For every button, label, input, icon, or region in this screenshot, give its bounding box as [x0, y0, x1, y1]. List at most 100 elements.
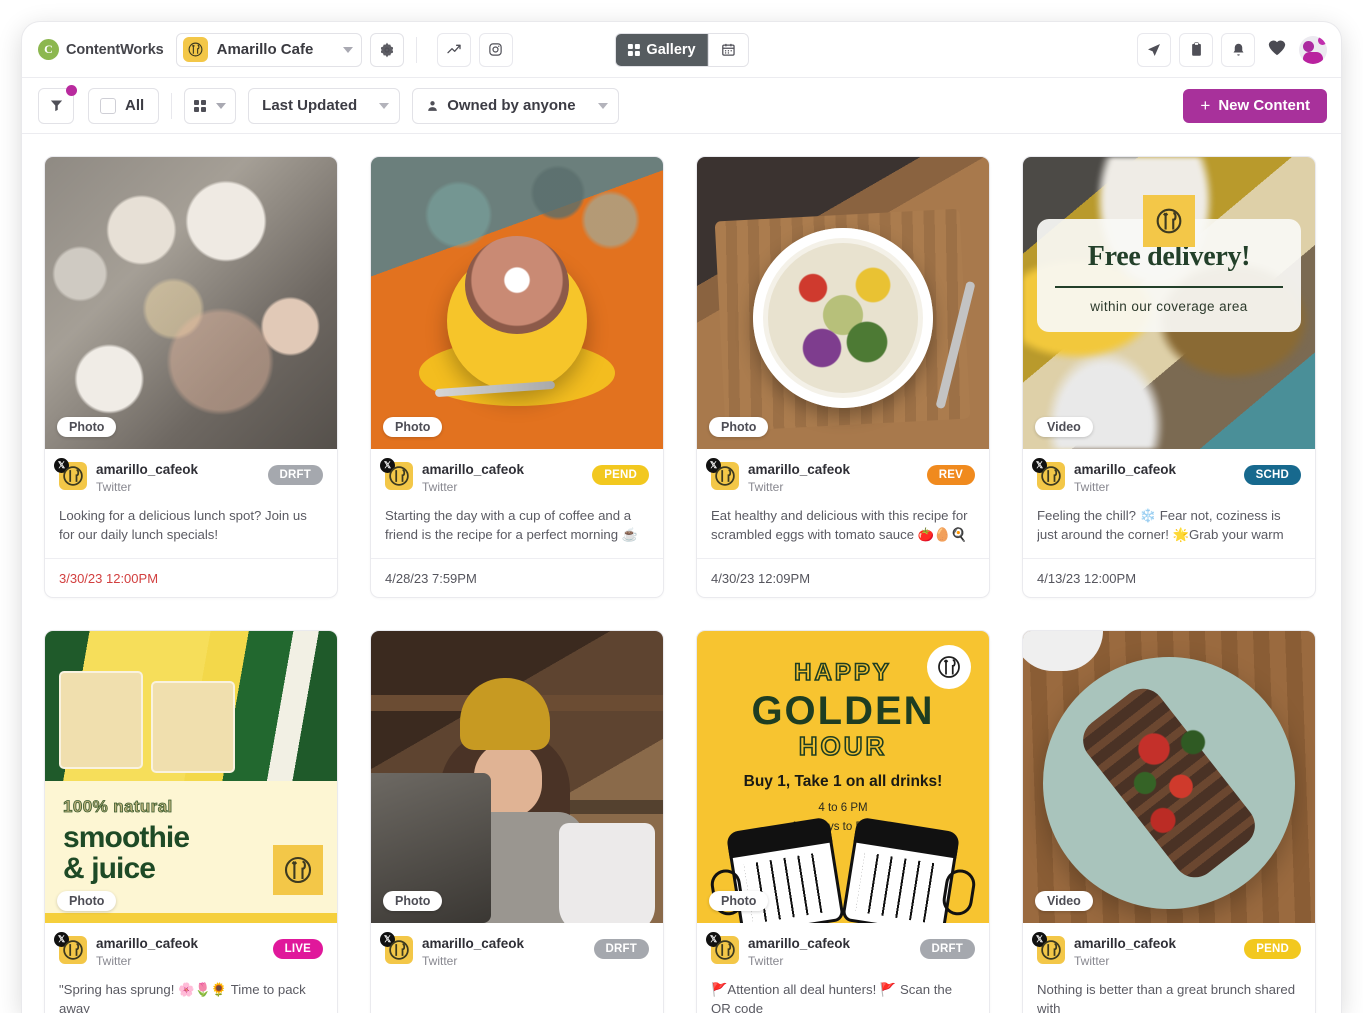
tab-calendar[interactable]: [707, 33, 748, 66]
instagram-icon[interactable]: [478, 32, 513, 67]
content-card[interactable]: Photo 𝕏 amarillo_cafeok Twitter DRFT: [44, 156, 338, 598]
free-delivery-promo-image: Free delivery! within our coverage area: [1023, 157, 1315, 449]
promo-panel: Free delivery! within our coverage area: [1037, 195, 1301, 332]
status-badge: PEND: [592, 465, 649, 485]
filter-button[interactable]: [38, 84, 77, 124]
new-content-button[interactable]: + New Content: [1183, 88, 1327, 123]
account-avatar: 𝕏: [706, 932, 739, 964]
owner-label: Owned by anyone: [447, 97, 576, 114]
media-type-badge: Photo: [709, 417, 769, 437]
card-header: 𝕏 amarillo_cafeok Twitter DRFT: [380, 932, 649, 968]
tab-gallery[interactable]: Gallery: [615, 33, 708, 66]
bell-icon[interactable]: [1221, 32, 1255, 67]
content-card[interactable]: Photo 𝕏 amarillo_cafeok Twitter PEND Sta…: [370, 156, 664, 598]
account-handle: amarillo_cafeok: [422, 936, 525, 951]
card-media[interactable]: Photo: [45, 157, 337, 449]
heart-icon[interactable]: [1267, 38, 1287, 62]
card-date: 4/28/23 7:59PM: [371, 557, 663, 586]
filter-toolbar: All Last Updated Owned by anyone + New C…: [22, 78, 1341, 134]
avatar[interactable]: [1299, 35, 1327, 64]
layout-density-dropdown[interactable]: [184, 87, 237, 124]
promo-time-1: 4 to 6 PM: [818, 802, 868, 814]
card-body: 𝕏 amarillo_cafeok Twitter PEND Nothing i…: [1023, 923, 1315, 1013]
card-caption: 🚩Attention all deal hunters! 🚩 Scan the …: [711, 981, 953, 1013]
brand-name-label: ContentWorks: [66, 41, 164, 58]
account-info: amarillo_cafeok Twitter: [422, 462, 583, 494]
media-type-badge: Photo: [709, 891, 769, 911]
content-gallery-grid: Photo 𝕏 amarillo_cafeok Twitter DRFT Loo…: [22, 134, 1341, 1013]
select-all-control[interactable]: All: [88, 87, 160, 124]
card-body: 𝕏 amarillo_cafeok Twitter DRFT Looking f…: [45, 449, 337, 546]
status-badge: DRFT: [593, 939, 649, 959]
promo-line-1: HAPPY: [793, 658, 892, 687]
account-selector[interactable]: Amarillo Cafe: [175, 32, 362, 67]
card-caption: Feeling the chill? ❄️ Fear not, coziness…: [1037, 507, 1284, 542]
brand-logo[interactable]: C ContentWorks: [38, 39, 164, 60]
owner-dropdown[interactable]: Owned by anyone: [412, 87, 619, 124]
card-body: 𝕏 amarillo_cafeok Twitter LIVE "Spring h…: [45, 923, 337, 1013]
happy-golden-hour-promo-image: HAPPY GOLDEN HOUR Buy 1, Take 1 on all d…: [697, 631, 989, 923]
clipboard-icon[interactable]: [1179, 32, 1213, 67]
content-card[interactable]: Free delivery! within our coverage area …: [1022, 156, 1316, 598]
chevron-down-icon: [379, 102, 390, 109]
card-media[interactable]: HAPPY GOLDEN HOUR Buy 1, Take 1 on all d…: [697, 631, 989, 923]
tab-gallery-label: Gallery: [646, 41, 696, 58]
status-badge: DRFT: [267, 465, 323, 485]
cutlery-plate-icon: [273, 845, 323, 895]
card-media[interactable]: Free delivery! within our coverage area …: [1023, 157, 1315, 449]
promo-offer: Buy 1, Take 1 on all drinks!: [743, 773, 943, 790]
smoothie-juice-promo-image: 100% natural smoothie & juice: [45, 631, 337, 923]
card-media[interactable]: 100% natural smoothie & juice Photo: [45, 631, 337, 923]
account-handle: amarillo_cafeok: [1074, 936, 1177, 951]
calendar-icon: [721, 43, 735, 56]
account-avatar: 𝕏: [54, 458, 87, 490]
barista-pouring-coffee-image: [371, 631, 663, 923]
card-caption: [385, 980, 649, 1013]
card-body: 𝕏 amarillo_cafeok Twitter SCHD Feeling t…: [1023, 449, 1315, 546]
account-avatar: 𝕏: [380, 458, 413, 490]
media-type-badge: Photo: [57, 891, 117, 911]
account-info: amarillo_cafeok Twitter: [96, 936, 264, 968]
account-info: amarillo_cafeok Twitter: [422, 936, 585, 968]
account-info: amarillo_cafeok Twitter: [748, 462, 918, 494]
account-handle: amarillo_cafeok: [96, 462, 199, 477]
content-card[interactable]: Photo 𝕏 amarillo_cafeok Twitter REV Eat …: [696, 156, 990, 598]
sort-dropdown[interactable]: Last Updated: [248, 87, 401, 124]
card-media[interactable]: Photo: [371, 157, 663, 449]
card-media[interactable]: Video: [1023, 631, 1315, 923]
content-card[interactable]: Photo 𝕏 amarillo_cafeok Twitter DRFT: [370, 630, 664, 1013]
card-header: 𝕏 amarillo_cafeok Twitter LIVE: [54, 932, 323, 968]
media-type-badge: Photo: [57, 417, 117, 437]
status-badge: REV: [926, 465, 975, 485]
content-card[interactable]: Video 𝕏 amarillo_cafeok Twitter PEND Not…: [1022, 630, 1316, 1013]
card-media[interactable]: Photo: [697, 157, 989, 449]
account-name-label: Amarillo Cafe: [216, 41, 314, 58]
network-label: Twitter: [96, 953, 132, 968]
status-badge: LIVE: [272, 939, 323, 959]
gear-icon[interactable]: [369, 32, 404, 67]
content-card[interactable]: 100% natural smoothie & juice Photo 𝕏 am…: [44, 630, 338, 1013]
account-handle: amarillo_cafeok: [1074, 462, 1177, 477]
status-badge: SCHD: [1243, 465, 1301, 485]
account-avatar: 𝕏: [380, 932, 413, 964]
plus-icon: +: [1200, 96, 1211, 115]
card-caption: Nothing is better than a great brunch sh…: [1037, 981, 1296, 1013]
media-type-badge: Video: [1035, 417, 1093, 437]
toolbar-divider-2: [171, 92, 173, 119]
card-media[interactable]: Photo: [371, 631, 663, 923]
chart-line-icon[interactable]: [436, 32, 471, 67]
content-card[interactable]: HAPPY GOLDEN HOUR Buy 1, Take 1 on all d…: [696, 630, 990, 1013]
promo-divider: [1055, 286, 1283, 288]
promo-kicker: 100% natural: [63, 797, 173, 817]
contentworks-logo-icon: C: [38, 39, 59, 60]
card-body: 𝕏 amarillo_cafeok Twitter REV Eat health…: [697, 449, 989, 546]
grid-icon: [627, 43, 640, 56]
app-window: C ContentWorks Amarillo Cafe Gallery All…: [22, 22, 1341, 1013]
paper-plane-icon[interactable]: [1137, 32, 1171, 67]
card-header: 𝕏 amarillo_cafeok Twitter PEND: [1032, 932, 1301, 968]
select-all-checkbox[interactable]: [100, 97, 116, 114]
account-handle: amarillo_cafeok: [96, 936, 199, 951]
card-header: 𝕏 amarillo_cafeok Twitter PEND: [380, 458, 649, 494]
card-header: 𝕏 amarillo_cafeok Twitter SCHD: [1032, 458, 1301, 494]
network-label: Twitter: [1074, 479, 1110, 494]
